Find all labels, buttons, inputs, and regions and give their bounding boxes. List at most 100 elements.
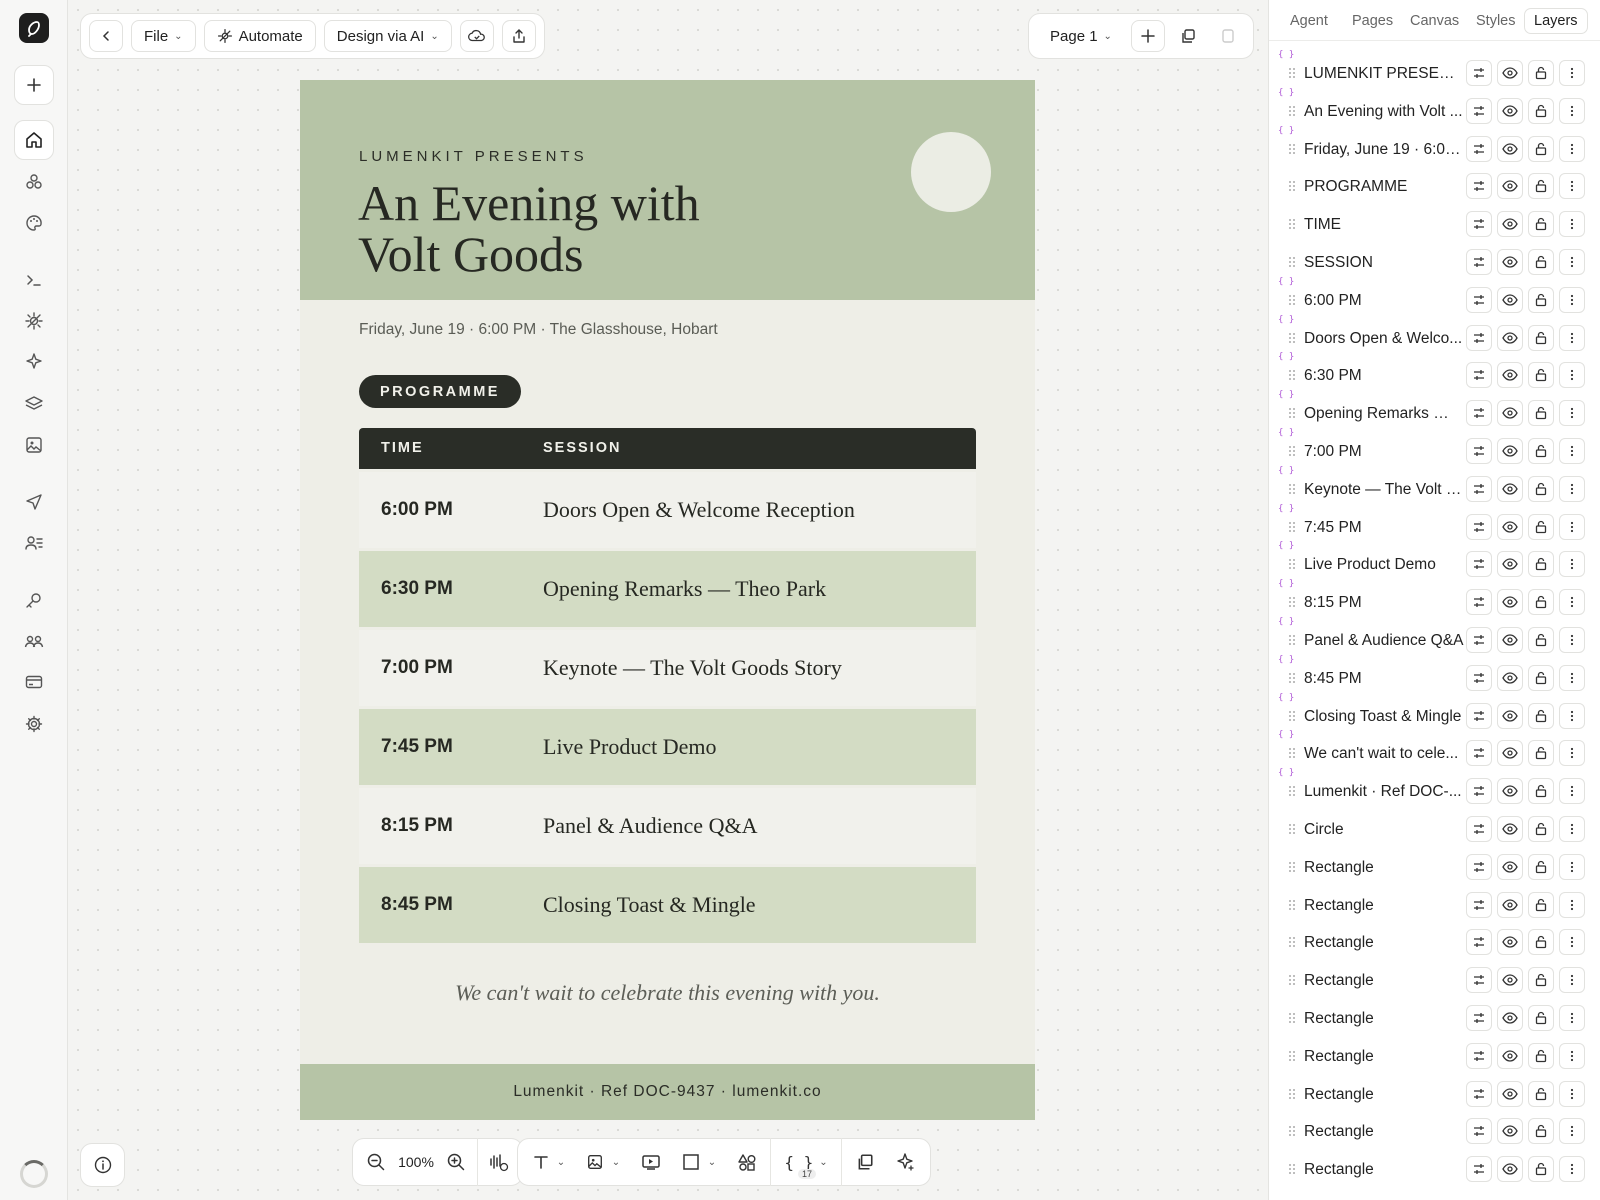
lock-icon[interactable] <box>1528 249 1554 275</box>
adjust-icon[interactable] <box>1466 324 1492 351</box>
sparkle-icon[interactable] <box>14 342 54 382</box>
contacts-icon[interactable] <box>14 523 54 563</box>
more-options-icon[interactable] <box>1559 589 1585 616</box>
eye-icon[interactable] <box>1497 1156 1523 1183</box>
layer-row[interactable]: { } 7:00 PM <box>1269 428 1600 471</box>
more-options-icon[interactable] <box>1559 286 1585 313</box>
eye-icon[interactable] <box>1497 1080 1523 1107</box>
drag-handle-icon[interactable] <box>1287 103 1297 119</box>
drag-handle-icon[interactable] <box>1287 670 1297 686</box>
eye-icon[interactable] <box>1497 853 1523 880</box>
adjust-icon[interactable] <box>1466 475 1492 502</box>
lock-icon[interactable] <box>1528 778 1554 805</box>
adjust-icon[interactable] <box>1466 400 1492 427</box>
home-icon[interactable] <box>14 120 54 160</box>
tab-layers[interactable]: Layers <box>1524 8 1588 34</box>
duplicate-page-button[interactable] <box>1170 20 1205 52</box>
delete-page-button[interactable] <box>1210 20 1245 52</box>
tab-canvas[interactable]: Canvas <box>1401 8 1468 34</box>
layer-row[interactable]: { } 7:45 PM <box>1269 504 1600 547</box>
adjust-icon[interactable] <box>1466 891 1492 918</box>
layer-row[interactable]: Rectangle <box>1269 1152 1600 1189</box>
lock-icon[interactable] <box>1528 589 1554 616</box>
layer-row[interactable]: Rectangle <box>1269 925 1600 962</box>
more-options-icon[interactable] <box>1559 1080 1585 1107</box>
lock-icon[interactable] <box>1528 627 1554 653</box>
audio-waveform-button[interactable] <box>482 1145 516 1179</box>
eye-icon[interactable] <box>1497 173 1523 200</box>
image-icon[interactable] <box>14 425 54 465</box>
decorative-circle[interactable] <box>911 132 991 212</box>
drag-handle-icon[interactable] <box>1287 1086 1297 1102</box>
eye-icon[interactable] <box>1497 778 1523 805</box>
text-tool-button[interactable]: ⌄ <box>526 1145 572 1179</box>
adjust-icon[interactable] <box>1466 135 1492 162</box>
drag-handle-icon[interactable] <box>1287 934 1297 950</box>
elements-tool-button[interactable] <box>730 1145 764 1179</box>
zoom-out-button[interactable] <box>359 1145 393 1179</box>
layers-icon[interactable] <box>14 384 54 424</box>
layer-row[interactable]: { } 6:30 PM <box>1269 352 1600 395</box>
table-row[interactable]: 7:00 PM Keynote — The Volt Goods Story <box>359 630 976 706</box>
drag-handle-icon[interactable] <box>1287 443 1297 459</box>
lock-icon[interactable] <box>1528 1080 1554 1107</box>
cloud-sync-button[interactable] <box>459 20 494 52</box>
programme-pill[interactable]: PROGRAMME <box>359 375 521 408</box>
more-options-icon[interactable] <box>1559 627 1585 653</box>
layer-row[interactable]: { } 8:45 PM <box>1269 655 1600 698</box>
table-row[interactable]: 7:45 PM Live Product Demo <box>359 709 976 785</box>
eye-icon[interactable] <box>1497 967 1523 994</box>
drag-handle-icon[interactable] <box>1287 1010 1297 1026</box>
video-tool-button[interactable] <box>634 1145 668 1179</box>
more-options-icon[interactable] <box>1559 173 1585 200</box>
layer-row[interactable]: PROGRAMME <box>1269 169 1600 206</box>
eye-icon[interactable] <box>1497 816 1523 842</box>
drag-handle-icon[interactable] <box>1287 481 1297 497</box>
drag-handle-icon[interactable] <box>1287 141 1297 157</box>
lock-icon[interactable] <box>1528 97 1554 124</box>
more-options-icon[interactable] <box>1559 664 1585 691</box>
team-icon[interactable] <box>14 621 54 661</box>
layer-row[interactable]: { } 8:15 PM <box>1269 579 1600 622</box>
adjust-icon[interactable] <box>1466 1042 1492 1069</box>
table-header[interactable]: TIME SESSION <box>359 428 976 469</box>
drag-handle-icon[interactable] <box>1287 254 1297 270</box>
eye-icon[interactable] <box>1497 513 1523 540</box>
drag-handle-icon[interactable] <box>1287 216 1297 232</box>
back-button[interactable] <box>89 20 123 52</box>
share-button[interactable] <box>501 20 536 52</box>
layer-row[interactable]: { } LUMENKIT PRESENTS <box>1269 50 1600 93</box>
eye-icon[interactable] <box>1497 362 1523 389</box>
adjust-icon[interactable] <box>1466 778 1492 805</box>
settings-icon[interactable] <box>14 704 54 744</box>
adjust-icon[interactable] <box>1466 816 1492 842</box>
lock-icon[interactable] <box>1528 1042 1554 1069</box>
layer-row[interactable]: { } 6:00 PM <box>1269 277 1600 320</box>
ai-magic-button[interactable] <box>888 1145 922 1179</box>
adjust-icon[interactable] <box>1466 1156 1492 1183</box>
lock-icon[interactable] <box>1528 362 1554 389</box>
adjust-icon[interactable] <box>1466 589 1492 616</box>
lock-icon[interactable] <box>1528 816 1554 842</box>
lock-icon[interactable] <box>1528 853 1554 880</box>
more-options-icon[interactable] <box>1559 551 1585 578</box>
adjust-icon[interactable] <box>1466 1080 1492 1107</box>
lock-icon[interactable] <box>1528 60 1554 86</box>
layer-row[interactable]: { } Panel & Audience Q&A <box>1269 617 1600 660</box>
lock-icon[interactable] <box>1528 740 1554 767</box>
adjust-icon[interactable] <box>1466 929 1492 956</box>
lock-icon[interactable] <box>1528 173 1554 200</box>
automate-button[interactable]: Automate <box>203 20 316 52</box>
more-options-icon[interactable] <box>1559 967 1585 994</box>
more-options-icon[interactable] <box>1559 513 1585 540</box>
layer-row[interactable]: Rectangle <box>1269 1114 1600 1151</box>
adjust-icon[interactable] <box>1466 664 1492 691</box>
drag-handle-icon[interactable] <box>1287 367 1297 383</box>
adjust-icon[interactable] <box>1466 211 1492 238</box>
automate-icon[interactable] <box>14 301 54 341</box>
tab-styles[interactable]: Styles <box>1467 8 1525 34</box>
eye-icon[interactable] <box>1497 589 1523 616</box>
design-via-ai-button[interactable]: Design via AI ⌄ <box>323 20 452 52</box>
drag-handle-icon[interactable] <box>1287 556 1297 572</box>
eye-icon[interactable] <box>1497 891 1523 918</box>
